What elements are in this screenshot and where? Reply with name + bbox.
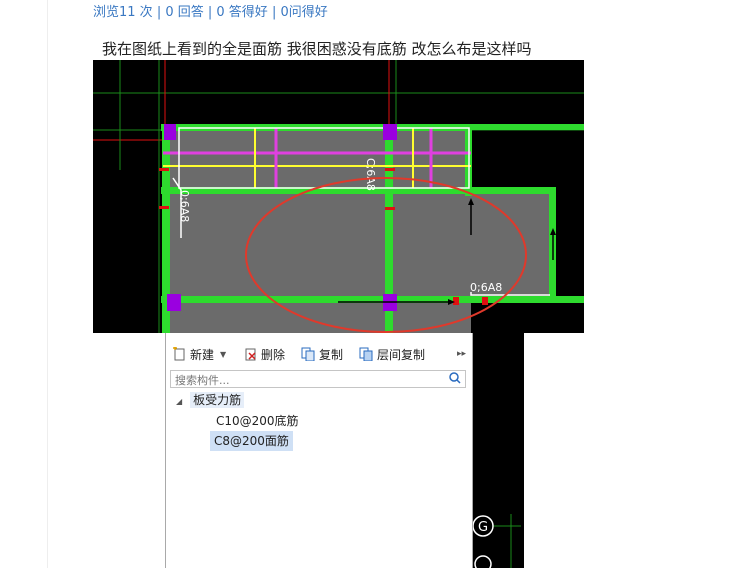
question-stats: 浏览11 次 | 0 回答 | 0 答得好 | 0问得好 bbox=[93, 5, 328, 20]
search-icon[interactable] bbox=[449, 372, 461, 384]
copy-icon bbox=[301, 347, 315, 361]
tree-root-label: 板受力筋 bbox=[190, 392, 245, 408]
question-text: 我在图纸上看到的全是面筋 我很困惑没有底筋 改怎么布是这样吗 bbox=[102, 40, 532, 58]
tree-item-label: C10@200底筋 bbox=[216, 414, 299, 428]
axis-marker: G bbox=[471, 514, 521, 568]
rebar-label-left: 0;6A8 bbox=[178, 190, 191, 222]
rebar-label-right: 0;6A8 bbox=[470, 281, 502, 294]
delete-icon bbox=[245, 348, 256, 361]
tree-item[interactable]: C10@200底筋 bbox=[214, 411, 301, 431]
new-label: 新建 bbox=[190, 347, 215, 362]
good-questions-count[interactable]: 0问得好 bbox=[280, 5, 327, 20]
collapse-icon[interactable]: ◢ bbox=[176, 397, 182, 406]
rebar-label-mid: C;6A8 bbox=[364, 158, 377, 191]
good-answers-count[interactable]: 0 答得好 bbox=[216, 5, 267, 20]
axis-label-g: G bbox=[478, 520, 488, 535]
delete-label: 删除 bbox=[261, 347, 286, 362]
new-icon bbox=[173, 347, 185, 361]
floor-copy-label: 层间复制 bbox=[377, 347, 426, 362]
search-input[interactable]: 搜索构件... bbox=[170, 370, 466, 388]
component-panel: 新建 ▼ 删除 复制 层间复制 ▸▸ 搜索构件... ◢ 板受力筋 C10@200… bbox=[165, 333, 473, 568]
delete-button[interactable]: 删除 bbox=[243, 344, 285, 364]
copy-label: 复制 bbox=[319, 347, 344, 362]
floor-copy-button[interactable]: 层间复制 bbox=[359, 344, 425, 364]
copy-button[interactable]: 复制 bbox=[301, 344, 343, 364]
page-left-border bbox=[47, 0, 48, 568]
panel-toolbar: 新建 ▼ 删除 复制 层间复制 ▸▸ bbox=[166, 342, 472, 366]
cad-screenshot: 0;6A8 C;6A8 0;6A8 bbox=[93, 60, 584, 333]
views-count[interactable]: 浏览11 次 bbox=[93, 5, 153, 20]
tree-item-label: C8@200面筋 bbox=[214, 434, 289, 448]
tree-root[interactable]: ◢ 板受力筋 bbox=[176, 390, 245, 410]
new-button[interactable]: 新建 ▼ bbox=[172, 344, 226, 364]
more-icon[interactable]: ▸▸ bbox=[457, 344, 466, 364]
tree-item[interactable]: C8@200面筋 bbox=[210, 431, 293, 451]
search-placeholder: 搜索构件... bbox=[175, 374, 230, 387]
new-dropdown-icon[interactable]: ▼ bbox=[220, 350, 226, 359]
floor-copy-icon bbox=[359, 347, 373, 361]
answers-count[interactable]: 0 回答 bbox=[165, 5, 203, 20]
